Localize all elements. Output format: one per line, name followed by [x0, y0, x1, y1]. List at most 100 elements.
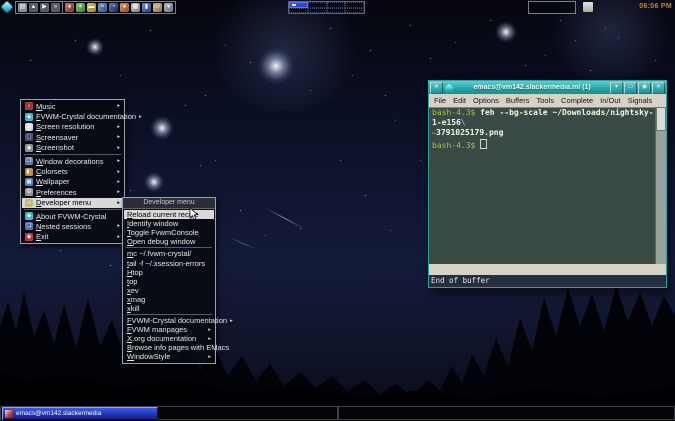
menu-item-nested-sessions[interactable]: ❏Nested sessions▸	[22, 221, 123, 231]
pager-cell-5[interactable]	[289, 8, 308, 14]
shell-line: bash-4.3$ feh --bg-scale ~/Downloads/nig…	[432, 108, 656, 128]
applet-icon[interactable]	[583, 2, 593, 12]
app-launcher-icon-1[interactable]: ●	[65, 3, 74, 12]
submenu-arrow-icon: ▸	[117, 179, 120, 185]
dev-menu-item-x-org-documentation[interactable]: X.org documentation▸	[124, 334, 214, 343]
emacs-menu-tools[interactable]: Tools	[537, 96, 555, 105]
music-icon: ♪	[25, 102, 33, 110]
app-launcher-icon-3[interactable]: ▬	[87, 3, 96, 12]
maximize-button[interactable]: □	[624, 82, 637, 94]
exit-icon: ◉	[25, 233, 33, 241]
music-controls-group: ▤▲▶»	[15, 1, 63, 14]
dev-menu-item-browse-info-pages-with-emacs[interactable]: Browse info pages with EMacs	[124, 343, 214, 352]
scrollbar-thumb[interactable]	[656, 107, 666, 131]
top-panel: ▤▲▶» ●✶▬≈◔●▦▮▱▾ 06:06 PM	[0, 0, 675, 14]
bright-star	[144, 172, 164, 192]
menu-item-label: Developer menu	[36, 198, 91, 207]
tree-silhouette	[0, 276, 675, 421]
eject-icon[interactable]: ▲	[29, 3, 38, 12]
dev-menu-item-fvwm-manpages[interactable]: FVWM manpages▸	[124, 325, 214, 334]
menu-item-label: Identify window	[127, 219, 178, 228]
dev-menu-item-htop[interactable]: Htop	[124, 268, 214, 277]
mouse-cursor	[189, 208, 198, 220]
dev-menu-item-top[interactable]: top	[124, 277, 214, 286]
submenu-arrow-icon: ▸	[117, 158, 120, 164]
menu-item-wallpaper[interactable]: ▦Wallpaper▸	[22, 177, 123, 187]
menu-item-about-fvwm-crystal[interactable]: ◆About FVWM-Crystal	[22, 211, 123, 221]
app-launcher-icon-5[interactable]: ◔	[109, 3, 118, 12]
window-titlebar[interactable]: ✕ emacs@vm142.slackermedia.ml (1) ▾□◆✕	[429, 81, 666, 94]
app-launcher-icon-4[interactable]: ≈	[98, 3, 107, 12]
pager-cell-7[interactable]	[327, 8, 346, 14]
menu-item-music[interactable]: ♪Music▸	[22, 101, 123, 111]
emacs-menu-signals[interactable]: Signals	[628, 96, 653, 105]
pager-cell-6[interactable]	[308, 8, 327, 14]
developer-menu-title: Developer menu	[123, 198, 215, 209]
menu-item-screenshot[interactable]: ◉Screenshot▸	[22, 143, 123, 153]
app-launcher-icon-7[interactable]: ▦	[131, 3, 140, 12]
window-decorations-icon: ❐	[25, 157, 33, 165]
pager-cell-1[interactable]	[289, 2, 308, 8]
menu-item-label: top	[127, 277, 137, 286]
emacs-menu-file[interactable]: File	[434, 96, 446, 105]
pager-cell-8[interactable]	[345, 8, 364, 14]
dev-menu-item-tail-f-xsession-errors[interactable]: tail -f ~/.xsession-errors	[124, 258, 214, 267]
menu-item-label: Window decorations	[36, 157, 104, 166]
app-launcher-icon-8[interactable]: ▮	[142, 3, 151, 12]
emacs-modeline[interactable]: 1:**- *shell* All L2 (Shell:run)	[429, 264, 666, 275]
menu-item-colorsets[interactable]: ◧Colorsets▸	[22, 166, 123, 176]
close-button[interactable]: ✕	[652, 82, 665, 94]
shade-button[interactable]: ▾	[610, 82, 623, 94]
dev-menu-item-toggle-fvwmconsole[interactable]: Toggle FvwmConsole	[124, 228, 214, 237]
close-left-button[interactable]: ✕	[430, 82, 443, 94]
play-icon[interactable]: ▶	[40, 3, 49, 12]
emacs-menu-edit[interactable]: Edit	[453, 96, 466, 105]
emacs-menu-options[interactable]: Options	[473, 96, 499, 105]
menu-item-label: Preferences	[36, 188, 76, 197]
fvwm-crystal-menu: ♪Music▸◆FVWM-Crystal documentation▸⊞Scre…	[20, 99, 125, 244]
app-launcher-icon-6[interactable]: ●	[120, 3, 129, 12]
scrollbar[interactable]	[655, 107, 666, 264]
dev-menu-item-xev[interactable]: xev	[124, 286, 214, 295]
bright-star	[150, 116, 174, 140]
menu-item-window-decorations[interactable]: ❐Window decorations ▸	[22, 156, 123, 166]
menu-item-label: Nested sessions	[36, 222, 91, 231]
dev-menu-item-xmag[interactable]: xmag	[124, 295, 214, 304]
dev-menu-item-reload-current-recipe[interactable]: Reload current recipe	[124, 210, 214, 219]
dev-menu-item-mc-fvwm-crystal-[interactable]: mc ~/.fvwm-crystal/	[124, 249, 214, 258]
emacs-menu-in-out[interactable]: In/Out	[600, 96, 620, 105]
dev-menu-item-windowstyle[interactable]: WindowStyle▸	[124, 352, 214, 361]
dev-menu-item-identify-window[interactable]: Identify window	[124, 219, 214, 228]
submenu-arrow-icon: ▸	[117, 145, 120, 151]
menu-item-exit[interactable]: ◉Exit▸	[22, 232, 123, 242]
app-launcher-icon-2[interactable]: ✶	[76, 3, 85, 12]
task-label: emacs@vm142.slackermedia	[16, 410, 101, 417]
iconify-button[interactable]: ◆	[638, 82, 651, 94]
emacs-window: ✕ emacs@vm142.slackermedia.ml (1) ▾□◆✕ F…	[428, 80, 667, 288]
dev-menu-item-open-debug-window[interactable]: Open debug window	[124, 237, 214, 246]
next-track-icon[interactable]: »	[51, 3, 60, 12]
taskbar-task-emacs[interactable]: emacs@vm142.slackermedia	[2, 407, 158, 420]
dev-menu-item-fvwm-crystal-documentation[interactable]: FVWM-Crystal documentation▸	[124, 316, 214, 325]
menu-item-label: Htop	[127, 268, 143, 277]
menu-item-fvwm-crystal-documentation[interactable]: ◆FVWM-Crystal documentation▸	[22, 111, 123, 121]
clock: 06:06 PM	[639, 3, 672, 10]
menu-item-screensaver[interactable]: ▢Screensaver▸	[22, 132, 123, 142]
menu-item-preferences[interactable]: ⚙Preferences▸	[22, 187, 123, 197]
menu-item-developer-menu[interactable]: ▱Developer menu▸	[22, 198, 123, 208]
emacs-menu-complete[interactable]: Complete	[561, 96, 593, 105]
shell-buffer[interactable]: bash-4.3$ feh --bg-scale ~/Downloads/nig…	[429, 107, 656, 264]
submenu-arrow-icon: ▸	[117, 103, 120, 109]
crystal-icon: ◆	[25, 113, 33, 121]
menu-item-screen-resolution[interactable]: ⊞Screen resolution▸	[22, 122, 123, 132]
emacs-echo-area[interactable]: End of buffer	[429, 275, 666, 287]
submenu-arrow-icon: ▸	[230, 318, 233, 324]
emacs-menu-buffers[interactable]: Buffers	[506, 96, 530, 105]
app-launcher-icon-9[interactable]: ▱	[153, 3, 162, 12]
submenu-arrow-icon: ▸	[117, 234, 120, 240]
dev-menu-item-xkill[interactable]: xkill	[124, 304, 214, 313]
crystal-menu-icon[interactable]	[3, 3, 11, 11]
playlist-icon[interactable]: ▤	[18, 3, 27, 12]
app-launcher-icon-10[interactable]: ▾	[164, 3, 173, 12]
preferences-icon: ⚙	[25, 188, 33, 196]
